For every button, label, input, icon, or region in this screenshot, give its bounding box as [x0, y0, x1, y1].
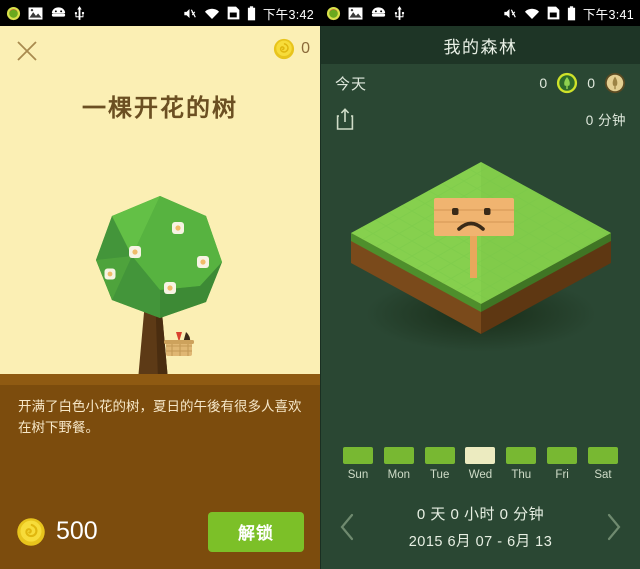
- browser-icon: [6, 6, 21, 20]
- picnic-basket-icon: [164, 332, 194, 356]
- mute-icon: [184, 8, 196, 18]
- forest-content: 我的森林 今天 0 0 0 分钟 Sun Mon Tue Wed Thu Fri…: [320, 26, 640, 569]
- chevron-left-icon[interactable]: [335, 507, 361, 547]
- status-bar-system-icons: 下午3:41: [502, 4, 634, 23]
- left-panel-tree-detail: 下午3:42 0 一棵开花的树 开满了白色小花的树，夏日的午後有很多人喜欢在树下…: [0, 0, 320, 569]
- right-status-bar: 下午3:41: [320, 0, 640, 26]
- day-bar: [465, 447, 496, 464]
- page-title: 一棵开花的树: [82, 95, 238, 122]
- coin-icon: [17, 517, 45, 546]
- chevron-right-icon[interactable]: [600, 507, 626, 547]
- day-label: Wed: [468, 469, 493, 481]
- price-amount: 500: [56, 517, 98, 545]
- battery-icon: [567, 5, 575, 20]
- share-icon[interactable]: [335, 107, 355, 131]
- tree-detail-upper: 0 一棵开花的树: [0, 26, 320, 380]
- list-item[interactable]: Mon: [383, 447, 414, 481]
- unlock-button[interactable]: 解锁: [208, 511, 304, 552]
- status-bar-time: 下午3:41: [582, 7, 634, 22]
- day-bar: [587, 447, 618, 464]
- green-tree-badge-icon: [557, 72, 578, 94]
- header-coin-count: 0: [301, 40, 310, 57]
- list-item[interactable]: Tue: [424, 447, 455, 481]
- tree-detail-content: 0 一棵开花的树 开满了白色小花的树，夏日的午後有很多人喜欢在树下野餐。 500…: [0, 26, 320, 569]
- list-item[interactable]: Sun: [343, 447, 373, 481]
- price-display: 500: [16, 517, 98, 547]
- left-status-bar: 下午3:42: [0, 0, 320, 26]
- mute-icon: [504, 8, 516, 18]
- date-range: 2015 6月 07 - 6月 13: [408, 534, 553, 550]
- dual-screenshot: 下午3:42 0 一棵开花的树 开满了白色小花的树，夏日的午後有很多人喜欢在树下…: [0, 0, 640, 569]
- list-item[interactable]: Thu: [506, 447, 537, 481]
- list-item[interactable]: Fri: [547, 447, 578, 481]
- coin-icon: [274, 38, 295, 60]
- list-item[interactable]: Wed: [465, 447, 496, 481]
- status-bar-notification-icons: [326, 5, 405, 21]
- list-item[interactable]: Sat: [587, 447, 618, 481]
- day-bar: [424, 447, 455, 464]
- status-bar-system-icons: 下午3:42: [182, 4, 314, 23]
- alive-tree-count: 0: [539, 75, 548, 91]
- today-summary-row: 今天 0 0: [321, 64, 640, 102]
- app-title-bar: 我的森林: [321, 26, 640, 64]
- usb-icon: [74, 5, 85, 20]
- tree-illustration: [0, 190, 320, 380]
- day-label: Sun: [347, 469, 369, 481]
- wifi-icon: [204, 8, 219, 19]
- forest-island[interactable]: [321, 136, 640, 406]
- app-title: 我的森林: [443, 37, 518, 57]
- purchase-bar: 500 解锁: [0, 494, 320, 569]
- total-duration: 0 天 0 小时 0 分钟: [416, 506, 545, 523]
- minutes-today: 0 分钟: [585, 113, 626, 128]
- android-icon: [371, 7, 386, 17]
- header-coin-balance: 0: [273, 38, 310, 60]
- gallery-icon: [28, 6, 43, 20]
- day-label: Thu: [511, 469, 532, 481]
- ground-lip: [0, 374, 320, 385]
- status-bar-time: 下午3:42: [262, 7, 314, 22]
- android-icon: [51, 7, 66, 17]
- day-label: Fri: [555, 469, 569, 481]
- usb-icon: [394, 5, 405, 20]
- browser-icon: [326, 6, 341, 20]
- week-navigation: 0 天 0 小时 0 分钟 2015 6月 07 - 6月 13: [321, 491, 640, 563]
- today-label: 今天: [335, 75, 368, 93]
- close-icon[interactable]: [14, 38, 40, 64]
- share-row: 0 分钟: [321, 102, 640, 136]
- day-bar: [383, 447, 414, 464]
- day-bar: [547, 447, 578, 464]
- status-bar-notification-icons: [6, 5, 85, 21]
- sdcard-icon: [547, 6, 560, 20]
- week-summary: 0 天 0 小时 0 分钟 2015 6月 07 - 6月 13: [361, 503, 600, 551]
- dead-tree-count: 0: [587, 75, 595, 91]
- tan-tree-badge-icon: [604, 72, 626, 94]
- sdcard-icon: [227, 6, 240, 20]
- tree-description: 开满了白色小花的树，夏日的午後有很多人喜欢在树下野餐。: [18, 399, 302, 435]
- ground-description-area: 开满了白色小花的树，夏日的午後有很多人喜欢在树下野餐。: [0, 374, 320, 494]
- weekday-bar-chart: Sun Mon Tue Wed Thu Fri Sat: [321, 447, 640, 481]
- day-label: Mon: [387, 469, 411, 481]
- tree-counters: 0 0: [539, 72, 626, 94]
- wifi-icon: [524, 8, 539, 19]
- right-panel-my-forest: 下午3:41 我的森林 今天 0 0 0 分钟 Sun Mon Tue Wed …: [320, 0, 640, 569]
- battery-icon: [247, 5, 255, 20]
- day-bar: [343, 447, 373, 464]
- day-label: Sat: [594, 469, 612, 481]
- day-bar: [506, 447, 537, 464]
- day-label: Tue: [429, 469, 450, 481]
- gallery-icon: [348, 6, 363, 20]
